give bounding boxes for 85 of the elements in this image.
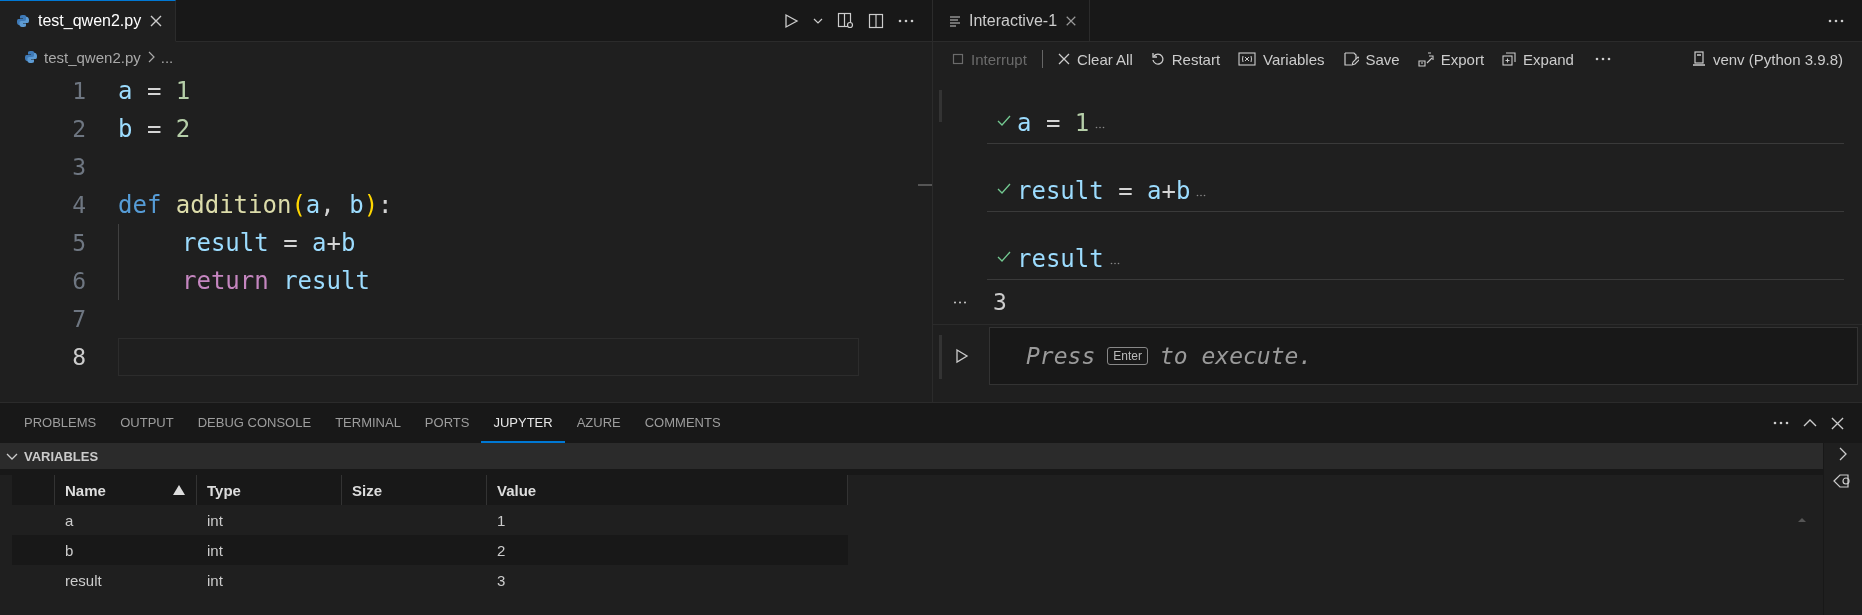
panel-tab[interactable]: PROBLEMS <box>12 403 109 443</box>
ellipsis-icon[interactable] <box>1095 126 1106 129</box>
breadcrumb-item[interactable]: ... <box>160 48 174 66</box>
editor-tab[interactable]: test_qwen2.py <box>0 0 177 42</box>
table-cell: int <box>207 541 223 559</box>
clear-button[interactable]: Clear All <box>1050 47 1140 71</box>
cell-code: result = a+b <box>1017 177 1191 205</box>
split-editor-icon[interactable] <box>868 12 884 29</box>
more-icon[interactable] <box>898 18 914 23</box>
table-cell: 3 <box>497 571 506 589</box>
panel-tab[interactable]: COMMENTS <box>632 403 733 443</box>
line-number: 4 <box>71 192 87 218</box>
table-cell: int <box>207 571 223 589</box>
table-cell: result <box>65 571 102 589</box>
expand-button[interactable]: Expand <box>1495 47 1581 71</box>
lines-icon <box>949 14 961 27</box>
panel-tab[interactable]: AZURE <box>564 403 633 443</box>
table-cell: a <box>65 511 74 529</box>
variables-button[interactable]: Variables <box>1231 47 1332 71</box>
cell-code: a = 1 <box>1017 109 1090 137</box>
line-number: 3 <box>71 154 87 180</box>
panel-tab[interactable]: PORTS <box>412 403 482 443</box>
open-changes-icon[interactable] <box>837 12 854 29</box>
tab-label: Interactive-1 <box>969 11 1058 30</box>
panel-tab[interactable]: OUTPUT <box>108 403 186 443</box>
export-icon <box>1417 51 1434 67</box>
tag-icon[interactable] <box>1833 473 1853 489</box>
input-hint: to execute. <box>1159 343 1313 369</box>
more-icon[interactable] <box>1773 421 1789 425</box>
run-icon[interactable] <box>955 348 969 364</box>
ellipsis-icon[interactable] <box>1109 262 1120 265</box>
column-header[interactable]: Size <box>342 475 487 505</box>
run-icon[interactable] <box>783 12 799 29</box>
line-number: 5 <box>71 230 87 256</box>
enter-key: Enter <box>1107 347 1148 365</box>
x-icon <box>1057 53 1070 65</box>
server-icon <box>1691 51 1706 67</box>
tab-label: test_qwen2.py <box>38 12 142 30</box>
restart-button[interactable]: Restart <box>1143 47 1228 71</box>
line-number: 1 <box>71 78 87 104</box>
line-number: 7 <box>71 306 87 332</box>
column-header[interactable]: Value <box>487 475 848 505</box>
save-icon <box>1342 51 1359 67</box>
code-line: b = 2 <box>118 115 191 143</box>
kernel-picker[interactable]: venv (Python 3.9.8) <box>1684 47 1850 71</box>
table-cell: 2 <box>497 541 506 559</box>
code-line: result = a+b <box>182 229 356 257</box>
save-button[interactable]: Save <box>1335 47 1407 71</box>
chevron-right-icon <box>146 51 155 63</box>
column-header[interactable]: Type <box>197 475 342 505</box>
cell-output: 3 <box>993 289 1007 315</box>
python-icon <box>24 50 38 64</box>
table-cell: int <box>207 511 223 529</box>
close-icon[interactable] <box>1065 14 1078 27</box>
line-number: 6 <box>71 268 87 294</box>
line-number: 8 <box>71 344 87 370</box>
variables-icon <box>1238 52 1257 66</box>
more-icon[interactable] <box>1594 57 1611 61</box>
restart-icon <box>1150 52 1165 66</box>
chevron-right-icon[interactable] <box>1838 447 1848 461</box>
close-icon[interactable] <box>149 14 164 28</box>
input-hint: Press <box>1026 343 1096 369</box>
code-input-field[interactable]: Press Enter to execute. <box>989 327 1858 385</box>
panel-tab[interactable]: DEBUG CONSOLE <box>185 403 324 443</box>
close-icon[interactable] <box>1831 416 1844 430</box>
expand-icon <box>1502 52 1517 66</box>
breadcrumb-item[interactable]: test_qwen2.py <box>44 48 141 66</box>
interactive-tab[interactable]: Interactive-1 <box>933 0 1091 42</box>
code-line: return result <box>182 267 370 295</box>
more-icon[interactable] <box>953 300 967 304</box>
line-number: 2 <box>71 116 87 142</box>
section-header[interactable]: VARIABLES <box>0 443 1823 469</box>
table-cell: 1 <box>497 511 506 529</box>
more-icon[interactable] <box>1828 18 1844 23</box>
cell-code: result <box>1017 245 1104 273</box>
chevron-up-icon[interactable] <box>1803 418 1817 428</box>
panel-tab[interactable]: TERMINAL <box>323 403 413 443</box>
ellipsis-icon[interactable] <box>1196 194 1207 197</box>
column-header[interactable]: Name <box>55 475 197 505</box>
code-line: a = 1 <box>118 77 191 105</box>
code-line: def addition(a, b): <box>118 191 393 219</box>
export-button[interactable]: Export <box>1410 47 1492 71</box>
table-cell: b <box>65 541 74 559</box>
python-icon <box>16 14 30 28</box>
square-icon <box>952 53 964 65</box>
